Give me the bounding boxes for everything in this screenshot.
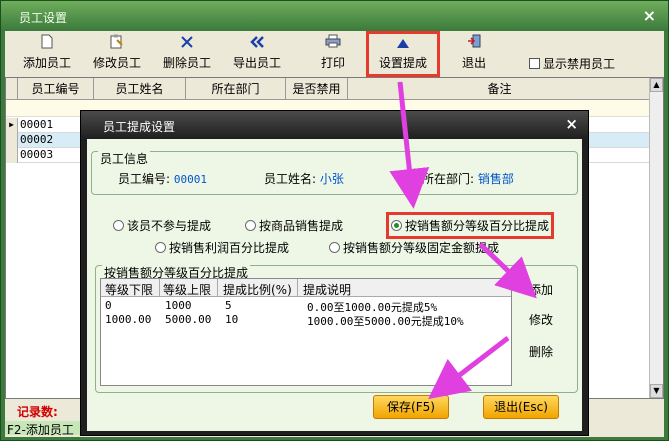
main-titlebar[interactable]: 员工设置 × — [1, 1, 668, 31]
col-header-remark[interactable]: 备注 — [348, 78, 651, 100]
row-pointer-icon: ▶ — [6, 118, 18, 133]
employee-name: 员工姓名: 小张 — [264, 172, 344, 186]
dialog-body: 员工信息 员工编号: 00001 员工姓名: 小张 所在部门: 销售部 该员不参… — [87, 139, 582, 431]
col-header-lower: 等级下限 — [105, 283, 154, 297]
employee-info-group: 员工信息 员工编号: 00001 员工姓名: 小张 所在部门: 销售部 — [91, 150, 578, 195]
radio-tiered-percent[interactable]: 按销售额分等级百分比提成 — [385, 212, 555, 239]
col-header-upper: 等级上限 — [163, 283, 212, 297]
radio-no-commission[interactable]: 该员不参与提成 — [113, 217, 211, 234]
group-title: 员工信息 — [98, 150, 151, 167]
exit-door-icon — [459, 34, 489, 54]
record-count-label: 记录数: — [17, 405, 58, 419]
dialog-title: 员工提成设置 — [103, 120, 176, 134]
grid-header: 员工编号 员工姓名 所在部门 是否禁用 备注 — [6, 78, 651, 100]
edit-clipboard-icon — [91, 34, 143, 54]
show-disabled-checkbox[interactable]: 显示禁用员工 — [529, 55, 615, 72]
radio-button[interactable] — [113, 220, 124, 231]
radio-button-selected[interactable] — [391, 220, 402, 231]
exit-button[interactable]: 退出 — [459, 34, 489, 74]
tier-group: 按销售额分等级百分比提成 等级下限 等级上限 提成比例(%) 提成说明 0 10… — [95, 264, 578, 393]
col-header-rate: 提成比例(%) — [223, 283, 292, 297]
delete-tier-button[interactable]: 删除 — [529, 343, 553, 360]
radio-button[interactable] — [329, 242, 340, 253]
exit-dialog-button[interactable]: 退出(Esc) — [483, 395, 559, 419]
edit-employee-button[interactable]: 修改员工 — [91, 34, 143, 74]
col-header-code[interactable]: 员工编号 — [18, 78, 94, 100]
grid-corner — [6, 78, 18, 100]
employee-dept: 所在部门: 销售部 — [422, 172, 514, 186]
printer-icon — [315, 34, 351, 54]
close-icon[interactable]: × — [643, 6, 656, 25]
add-tier-button[interactable]: 添加 — [529, 281, 553, 298]
col-header-desc: 提成说明 — [303, 283, 352, 297]
radio-tiered-fixed[interactable]: 按销售额分等级固定金额提成 — [329, 239, 499, 256]
table-row[interactable]: 0 1000 5 0.00至1000.00元提成5% — [101, 299, 511, 314]
close-icon[interactable]: × — [565, 115, 578, 133]
print-button[interactable]: 打印 — [315, 34, 351, 74]
tier-table: 等级下限 等级上限 提成比例(%) 提成说明 0 1000 5 0.00至100… — [100, 278, 512, 386]
col-header-disabled[interactable]: 是否禁用 — [286, 78, 348, 100]
radio-by-product[interactable]: 按商品销售提成 — [245, 217, 343, 234]
scroll-up-icon[interactable]: ▲ — [650, 78, 663, 92]
edit-tier-button[interactable]: 修改 — [529, 311, 553, 328]
save-button[interactable]: 保存(F5) — [373, 395, 449, 419]
scroll-down-icon[interactable]: ▼ — [650, 384, 663, 398]
checkbox-box[interactable] — [529, 58, 540, 69]
delete-employee-button[interactable]: 删除员工 — [161, 34, 213, 74]
set-commission-button[interactable]: 设置提成 — [366, 31, 440, 77]
radio-button[interactable] — [155, 242, 166, 253]
col-header-name[interactable]: 员工姓名 — [94, 78, 186, 100]
toolbar: 添加员工 修改员工 删除员工 导出员工 打印 设置提成 退出 显示禁用员工 — [5, 31, 664, 77]
window-title: 员工设置 — [19, 11, 68, 25]
col-header-dept[interactable]: 所在部门 — [186, 78, 286, 100]
dialog-titlebar[interactable]: 员工提成设置 × — [81, 111, 588, 139]
table-row[interactable]: 1000.00 5000.00 10 1000.00至5000.00元提成10% — [101, 313, 511, 328]
employee-id: 员工编号: 00001 — [118, 172, 207, 186]
radio-button[interactable] — [245, 220, 256, 231]
export-employee-button[interactable]: 导出员工 — [231, 34, 283, 74]
tier-table-header: 等级下限 等级上限 提成比例(%) 提成说明 — [101, 279, 511, 297]
radio-profit-percent[interactable]: 按销售利润百分比提成 — [155, 239, 289, 256]
add-page-icon — [21, 34, 73, 54]
up-arrow-icon — [369, 34, 437, 54]
shortcut-hint: F2-添加员工 — [5, 421, 85, 437]
commission-settings-dialog: 员工提成设置 × 员工信息 员工编号: 00001 员工姓名: 小张 所在部门:… — [80, 110, 589, 436]
add-employee-button[interactable]: 添加员工 — [21, 34, 73, 74]
grid-vertical-scrollbar[interactable]: ▲ ▼ — [649, 78, 663, 398]
export-double-arrow-icon — [231, 34, 283, 54]
delete-x-icon — [161, 34, 213, 54]
